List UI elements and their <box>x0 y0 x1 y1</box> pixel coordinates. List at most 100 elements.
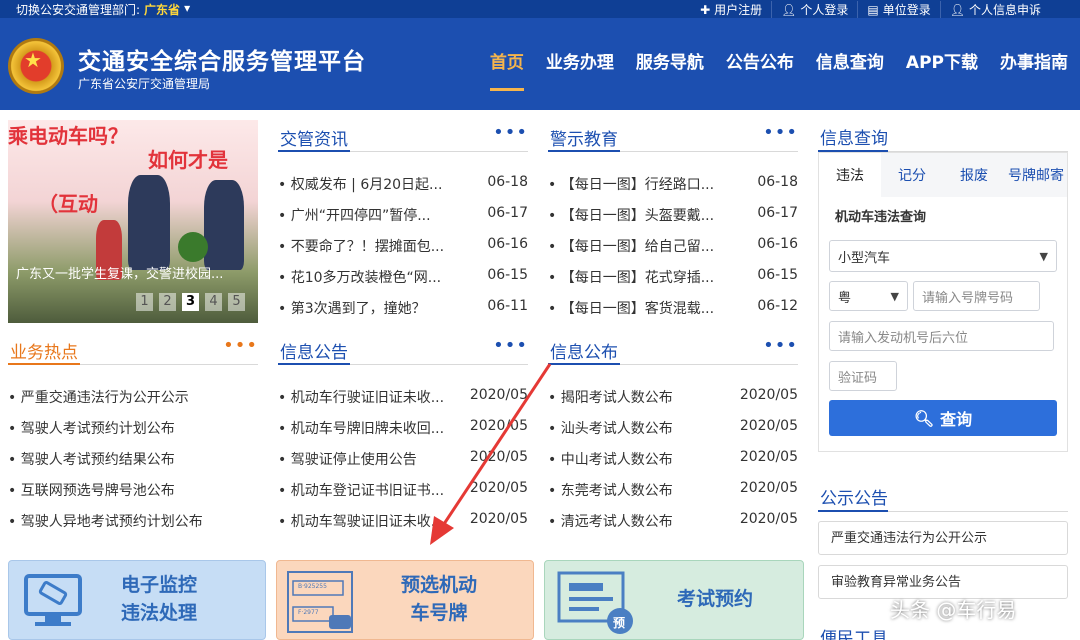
warning-edu-more-icon[interactable]: ••• <box>763 122 798 143</box>
info-publish-title[interactable]: 信息公布 <box>550 338 618 363</box>
list-item[interactable]: • 中山考试人数公布 2020/05 <box>548 449 798 480</box>
watermelon-image <box>178 232 208 262</box>
info-publish-more-icon[interactable]: ••• <box>763 335 798 356</box>
tab-plate-mail[interactable]: 号牌邮寄 <box>1005 153 1067 197</box>
carousel-page-3[interactable]: 3 <box>182 293 199 311</box>
plate-sample: B·925255 <box>298 583 327 590</box>
info-publish-header: 信息公布 ••• <box>548 335 798 365</box>
hot-business-list: • 严重交通违法行为公开公示 • 驾驶人考试预约计划公布 • 驾驶人考试预约结果… <box>8 387 258 542</box>
annotation-arrow-icon <box>430 363 552 545</box>
list-item[interactable]: • 广州“开四停四”暂停... 06-17 <box>278 205 528 236</box>
list-item[interactable]: • 严重交通违法行为公开公示 <box>8 387 258 418</box>
tab-points[interactable]: 记分 <box>881 153 943 197</box>
nav-info-query[interactable]: 信息查询 <box>816 48 884 83</box>
search-icon: 🔍︎ <box>913 408 935 428</box>
list-item[interactable]: • 不要命了？！摆摊面包... 06-16 <box>278 236 528 267</box>
watermark: 头条 @车行易 <box>890 598 1017 622</box>
traffic-news-more-icon[interactable]: ••• <box>493 122 528 143</box>
plate-preselect-label: 预选机动 车号牌 <box>400 574 477 624</box>
list-item[interactable]: • 汕头考试人数公布 2020/05 <box>548 418 798 449</box>
engine-number-input[interactable]: 请输入发动机号后六位 <box>829 321 1054 351</box>
nav-app-download[interactable]: APP下载 <box>906 48 978 83</box>
list-item[interactable]: • 【每日一图】花式穿插... 06-15 <box>548 267 798 298</box>
list-item[interactable]: • 驾驶人考试预约结果公布 <box>8 449 258 480</box>
register-label: 用户注册 <box>714 3 763 17</box>
carousel-caption[interactable]: 广东又一批学生复课，交警进校园... <box>16 263 252 282</box>
nav-service-guide[interactable]: 服务导航 <box>636 48 704 83</box>
top-bar: 切换公安交通管理部门: 广东省 ▾ ✚ 用户注册 👤︎ 个人登录 ▤ 单位登录 … <box>0 0 1080 18</box>
list-item[interactable]: • 权威发布 | 6月20日起... 06-18 <box>278 174 528 205</box>
company-login-link[interactable]: ▤ 单位登录 <box>857 1 939 18</box>
officer-figure <box>204 180 244 270</box>
carousel-page-4[interactable]: 4 <box>205 293 222 311</box>
e-monitor-card[interactable]: 电子监控 违法处理 <box>8 560 266 640</box>
list-item[interactable]: • 互联网预选号牌号池公布 <box>8 480 258 511</box>
exam-booking-label: 考试预约 <box>676 588 753 610</box>
e-monitor-label: 电子监控 违法处理 <box>120 574 197 624</box>
nav-announcements[interactable]: 公告公布 <box>726 48 794 83</box>
public-notice-title: 公示公告 <box>820 489 888 509</box>
site-subtitle: 广东省公安厅交通管理局 <box>78 77 211 91</box>
list-item[interactable]: • 第3次遇到了，撞她？ 06-11 <box>278 298 528 329</box>
personal-login-label: 个人登录 <box>800 3 849 17</box>
officer-figure <box>128 175 170 270</box>
info-notice-more-icon[interactable]: ••• <box>493 335 528 356</box>
list-item[interactable]: • 花10多万改装橙色“网... 06-15 <box>278 267 528 298</box>
chevron-down-icon: ▼ <box>1039 249 1048 263</box>
info-appeal-link[interactable]: 👤︎ 个人信息申诉 <box>939 1 1050 18</box>
nav-business[interactable]: 业务办理 <box>546 48 614 83</box>
query-button[interactable]: 🔍︎ 查询 <box>829 400 1057 436</box>
list-item[interactable]: • 驾驶人异地考试预约计划公布 <box>8 511 258 542</box>
info-query-tabs: 违法 记分 报废 号牌邮寄 <box>819 153 1067 197</box>
list-item[interactable]: • 东莞考试人数公布 2020/05 <box>548 480 798 511</box>
list-item[interactable]: • 【每日一图】给自己留... 06-16 <box>548 236 798 267</box>
traffic-news-title[interactable]: 交管资讯 <box>280 125 348 150</box>
warning-edu-title[interactable]: 警示教育 <box>550 125 618 150</box>
user-icon: 👤︎ <box>781 2 797 17</box>
carousel-pagination: 1 2 3 4 5 <box>136 293 245 311</box>
police-emblem-logo[interactable]: ★ <box>8 38 64 94</box>
personal-login-link[interactable]: 👤︎ 个人登录 <box>771 1 857 18</box>
carousel-page-1[interactable]: 1 <box>136 293 153 311</box>
info-publish-list: • 揭阳考试人数公布 2020/05 • 汕头考试人数公布 2020/05 • 中山… <box>548 387 798 542</box>
vehicle-type-select[interactable]: 小型汽车 ▼ <box>829 240 1057 272</box>
plate-preselect-card[interactable]: B·925255 F·2977 预选机动 车号牌 <box>276 560 534 640</box>
plate-number-input[interactable]: 请输入号牌号码 <box>913 281 1040 311</box>
star-icon: ★ <box>24 48 42 72</box>
tab-violation[interactable]: 违法 <box>819 153 881 197</box>
user-icon: 👤︎ <box>949 2 965 17</box>
notice-item[interactable]: 严重交通违法行为公开公示 <box>818 521 1068 555</box>
caret-down-icon[interactable]: ▾ <box>184 1 190 18</box>
department-switcher[interactable]: 切换公安交通管理部门: 广东省 ▾ <box>16 1 190 18</box>
department-value[interactable]: 广东省 <box>144 1 180 18</box>
list-item[interactable]: • 揭阳考试人数公布 2020/05 <box>548 387 798 418</box>
warning-edu-list: • 【每日一图】行经路口... 06-18 • 【每日一图】头盔要戴... 06-1… <box>548 174 798 329</box>
form-title: 机动车违法查询 <box>835 210 927 225</box>
exam-booking-card[interactable]: 预 考试预约 <box>544 560 804 640</box>
hot-business-title[interactable]: 业务热点 <box>10 338 78 363</box>
site-title[interactable]: 交通安全综合服务管理平台 <box>78 42 366 76</box>
nav-guide[interactable]: 办事指南 <box>1000 48 1068 83</box>
register-link[interactable]: ✚ 用户注册 <box>691 1 771 18</box>
list-item[interactable]: • 清远考试人数公布 2020/05 <box>548 511 798 542</box>
company-login-label: 单位登录 <box>882 3 931 17</box>
list-item[interactable]: • 驾驶人考试预约计划公布 <box>8 418 258 449</box>
list-item[interactable]: • 【每日一图】头盔要戴... 06-17 <box>548 205 798 236</box>
plus-icon: ✚ <box>700 2 711 17</box>
province-select[interactable]: 粤 ▼ <box>829 281 908 311</box>
carousel-page-2[interactable]: 2 <box>159 293 176 311</box>
nav-home[interactable]: 首页 <box>489 48 524 91</box>
hot-business-more-icon[interactable]: ••• <box>223 335 258 356</box>
info-query-header: 信息查询 <box>818 120 1068 152</box>
news-carousel[interactable]: 乘电动车吗？ 如何才是 （互动 广东又一批学生复课，交警进校园... 1 2 3… <box>8 120 258 323</box>
captcha-input[interactable]: 验证码 <box>829 361 897 391</box>
info-query-title: 信息查询 <box>820 129 888 149</box>
tab-scrap[interactable]: 报废 <box>943 153 1005 197</box>
info-notice-title[interactable]: 信息公告 <box>280 338 348 363</box>
site-header: ★ 交通安全综合服务管理平台 广东省公安厅交通管理局 首页 业务办理 服务导航 … <box>0 18 1080 110</box>
plate-sample: F·2977 <box>298 609 319 616</box>
carousel-page-5[interactable]: 5 <box>228 293 245 311</box>
list-item[interactable]: • 【每日一图】客货混载... 06-12 <box>548 298 798 329</box>
hot-business-header: 业务热点 ••• <box>8 335 258 365</box>
list-item[interactable]: • 【每日一图】行经路口... 06-18 <box>548 174 798 205</box>
